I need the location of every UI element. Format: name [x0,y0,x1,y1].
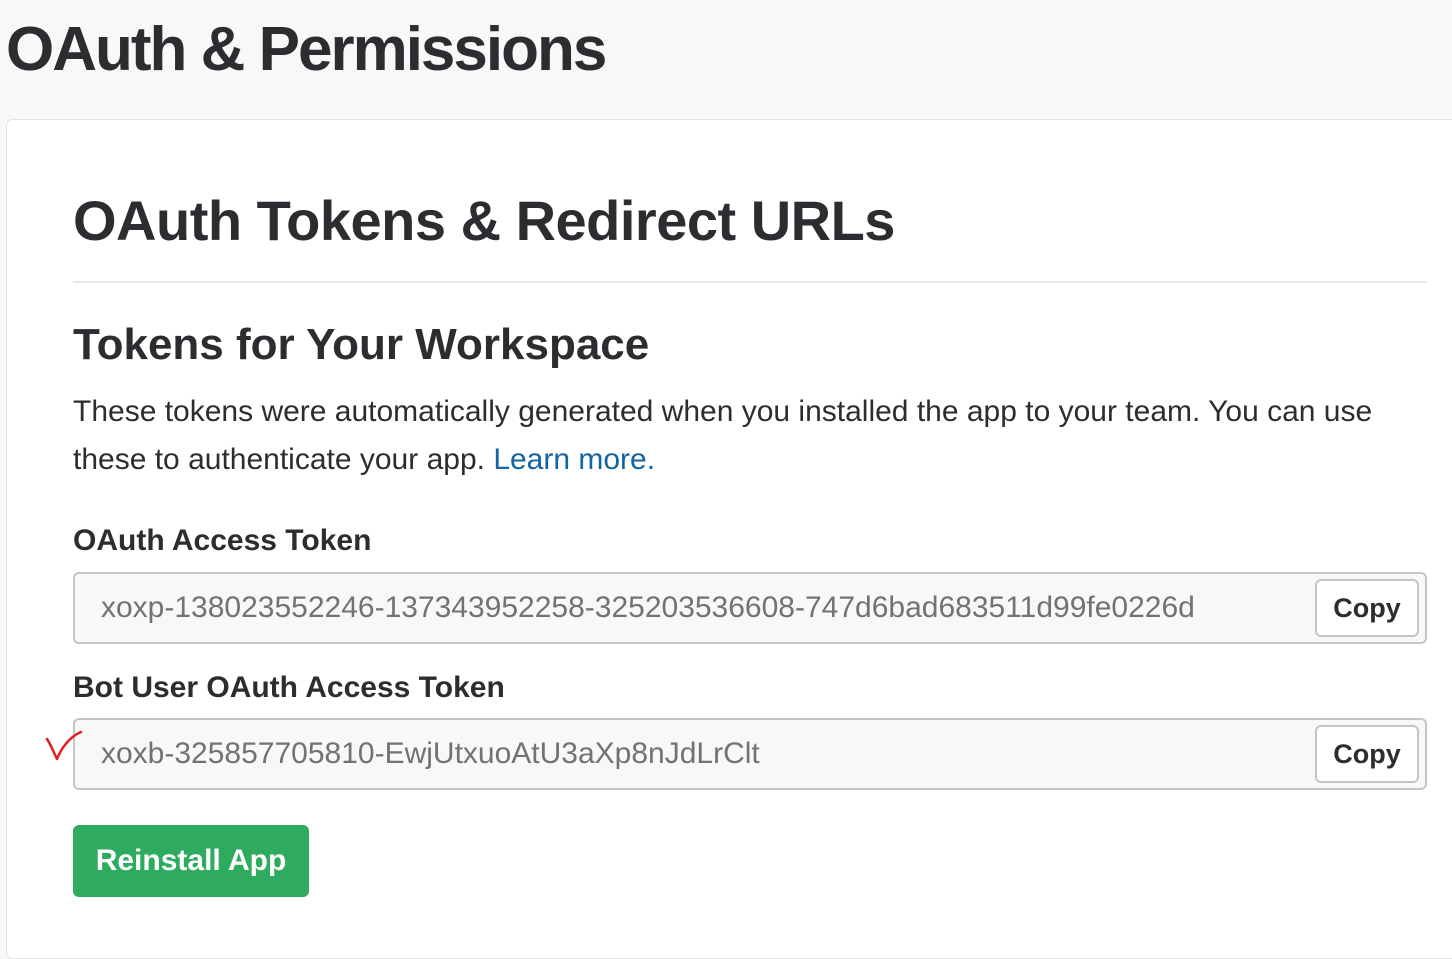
section-divider [73,281,1427,283]
oauth-access-token-field[interactable]: xoxp-138023552246-137343952258-325203536… [73,572,1427,644]
workspace-tokens-heading: Tokens for Your Workspace [73,320,650,369]
bot-token-field[interactable]: xoxb-325857705810-EwjUtxuoAtU3aXp8nJdLrC… [73,718,1427,790]
oauth-tokens-card: OAuth Tokens & Redirect URLs Tokens for … [6,119,1452,959]
reinstall-app-button[interactable]: Reinstall App [73,825,309,897]
bot-token-value[interactable]: xoxb-325857705810-EwjUtxuoAtU3aXp8nJdLrC… [101,720,1313,788]
tokens-description-text: These tokens were automatically generate… [73,395,1373,476]
oauth-access-token-value[interactable]: xoxp-138023552246-137343952258-325203536… [101,574,1313,642]
learn-more-link[interactable]: Learn more. [493,443,655,476]
red-checkmark-icon [45,730,83,761]
bot-token-label: Bot User OAuth Access Token [73,671,505,704]
section-title: OAuth Tokens & Redirect URLs [73,189,895,252]
copy-bot-token-button[interactable]: Copy [1315,725,1419,783]
page-title: OAuth & Permissions [6,15,607,84]
copy-oauth-token-button[interactable]: Copy [1315,579,1419,637]
oauth-access-token-label: OAuth Access Token [73,524,372,557]
tokens-description: These tokens were automatically generate… [73,388,1413,484]
